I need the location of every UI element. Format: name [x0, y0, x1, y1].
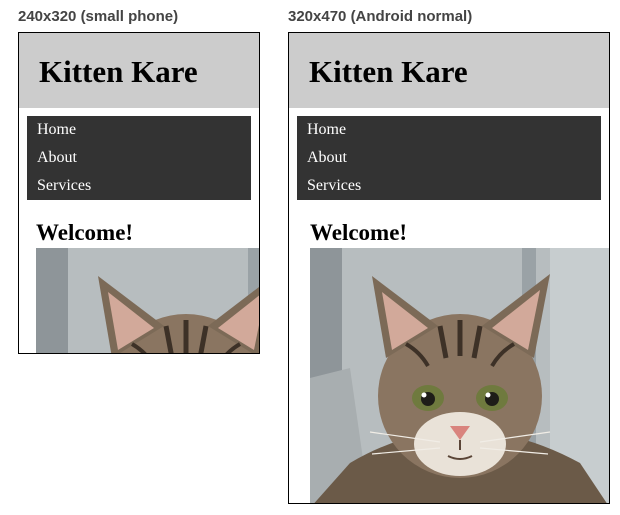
site-title: Kitten Kare — [309, 54, 468, 89]
kitten-illustration — [310, 248, 609, 503]
nav-item-home[interactable]: Home — [307, 116, 591, 144]
site-header: Kitten Kare — [19, 33, 259, 108]
device-frame-android-normal: Kitten Kare Home About Services Welcome! — [288, 32, 610, 504]
device-caption-small-phone: 240x320 (small phone) — [18, 8, 179, 25]
kitten-illustration — [36, 248, 259, 353]
kitten-photo — [310, 248, 609, 503]
kitten-photo — [36, 248, 259, 353]
site-title: Kitten Kare — [39, 54, 198, 89]
nav-menu: Home About Services — [27, 116, 251, 200]
welcome-heading: Welcome! — [36, 220, 134, 245]
nav-item-services[interactable]: Services — [37, 172, 241, 200]
nav-menu: Home About Services — [297, 116, 601, 200]
welcome-heading: Welcome! — [310, 220, 408, 245]
nav-item-about[interactable]: About — [307, 144, 591, 172]
nav-item-home[interactable]: Home — [37, 116, 241, 144]
nav-item-services[interactable]: Services — [307, 172, 591, 200]
nav-item-about[interactable]: About — [37, 144, 241, 172]
site-header: Kitten Kare — [289, 33, 609, 108]
device-frame-small-phone: Kitten Kare Home About Services Welcome! — [18, 32, 260, 354]
device-caption-android-normal: 320x470 (Android normal) — [288, 8, 473, 25]
